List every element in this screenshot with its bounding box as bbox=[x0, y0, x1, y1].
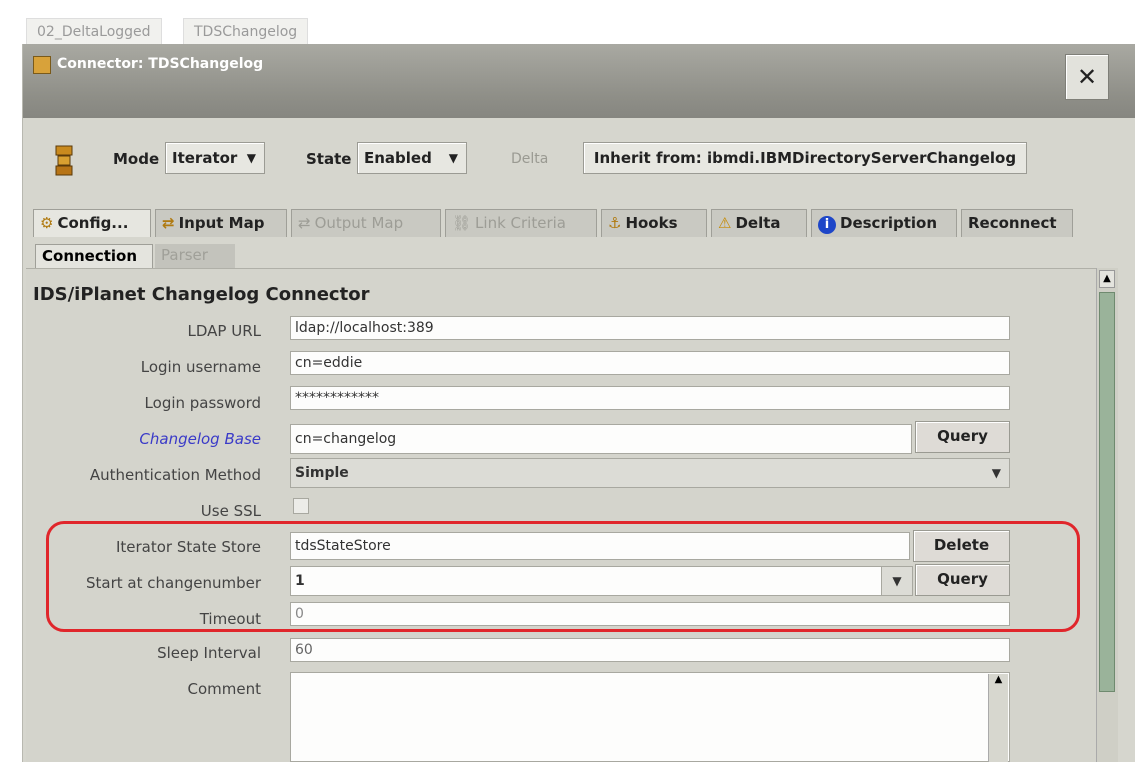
login-username-label: Login username bbox=[140, 358, 261, 376]
sleep-interval-input[interactable]: 60 bbox=[290, 638, 1010, 662]
state-select[interactable]: Enabled ▼ bbox=[357, 142, 467, 174]
config-icon: ⚙ bbox=[40, 214, 54, 232]
highlight-annotation bbox=[46, 521, 1080, 632]
comment-scrollbar[interactable]: ▲ bbox=[988, 674, 1008, 762]
comment-textarea[interactable] bbox=[290, 672, 1010, 762]
changelog-base-link[interactable]: Changelog Base bbox=[1, 430, 261, 448]
tab-config-label: Config... bbox=[57, 214, 129, 232]
use-ssl-checkbox[interactable] bbox=[293, 498, 309, 514]
tab-input-map[interactable]: ⇄ Input Map bbox=[155, 209, 287, 237]
login-username-input[interactable]: cn=eddie bbox=[290, 351, 1010, 375]
chevron-down-icon: ▼ bbox=[448, 151, 458, 165]
info-icon: i bbox=[818, 216, 836, 234]
tab-hooks[interactable]: ⚓ Hooks bbox=[601, 209, 707, 237]
chevron-down-icon: ▼ bbox=[246, 151, 256, 165]
chevron-down-icon: ▼ bbox=[991, 466, 1001, 480]
ldap-url-label: LDAP URL bbox=[187, 322, 261, 340]
section-title: IDS/iPlanet Changelog Connector bbox=[33, 284, 370, 305]
window-title: Connector: TDSChangelog bbox=[57, 56, 264, 72]
ldap-url-input[interactable]: ldap://localhost:389 bbox=[290, 316, 1010, 340]
connector-icon bbox=[33, 56, 51, 74]
use-ssl-label: Use SSL bbox=[200, 502, 261, 520]
comment-label: Comment bbox=[187, 680, 262, 698]
tab-description[interactable]: i Description bbox=[811, 209, 957, 237]
subtab-parser[interactable]: Parser bbox=[155, 244, 235, 268]
login-password-input[interactable]: ************ bbox=[290, 386, 1010, 410]
changelog-query-button[interactable]: Query bbox=[915, 421, 1010, 453]
mode-label: Mode bbox=[113, 150, 160, 168]
subtab-connection[interactable]: Connection bbox=[35, 244, 153, 268]
tab-input-map-label: Input Map bbox=[178, 214, 265, 232]
state-value: Enabled bbox=[364, 149, 432, 167]
sleep-interval-label: Sleep Interval bbox=[157, 644, 261, 662]
inherit-button[interactable]: Inherit from: ibmdi.IBMDirectoryServerCh… bbox=[583, 142, 1027, 174]
tab-link-criteria[interactable]: ⛓ Link Criteria bbox=[445, 209, 597, 237]
scrollbar-thumb[interactable] bbox=[1099, 292, 1115, 692]
outer-tab-deltalogged[interactable]: 02_DeltaLogged bbox=[26, 18, 162, 44]
tab-hooks-label: Hooks bbox=[625, 214, 678, 232]
mode-value: Iterator bbox=[172, 149, 238, 167]
tab-config[interactable]: ⚙ Config... bbox=[33, 209, 151, 237]
delta-label: Delta bbox=[511, 151, 549, 167]
connector-type-icon bbox=[53, 144, 77, 178]
close-button[interactable]: ✕ bbox=[1065, 54, 1109, 100]
tab-reconnect-label: Reconnect bbox=[968, 214, 1057, 232]
output-map-icon: ⇄ bbox=[298, 214, 311, 232]
vertical-scrollbar[interactable]: ▲ bbox=[1096, 268, 1118, 762]
scroll-up-icon[interactable]: ▲ bbox=[989, 674, 1008, 685]
outer-tab-tdschangelog[interactable]: TDSChangelog bbox=[183, 18, 309, 44]
tab-link-criteria-label: Link Criteria bbox=[475, 214, 566, 232]
connector-window: Connector: TDSChangelog ✕ Mode Iterator … bbox=[22, 44, 1135, 762]
input-map-icon: ⇄ bbox=[162, 214, 175, 232]
title-bar: Connector: TDSChangelog ✕ bbox=[23, 44, 1135, 118]
tab-delta-label: Delta bbox=[735, 214, 781, 232]
tab-description-label: Description bbox=[840, 214, 938, 232]
delta-warning-icon: ⚠ bbox=[718, 214, 732, 232]
scroll-up-icon[interactable]: ▲ bbox=[1099, 270, 1115, 288]
login-password-label: Login password bbox=[144, 394, 261, 412]
mode-select[interactable]: Iterator ▼ bbox=[165, 142, 265, 174]
changelog-base-input[interactable]: cn=changelog bbox=[290, 424, 912, 454]
tab-output-map-label: Output Map bbox=[314, 214, 404, 232]
link-criteria-icon: ⛓ bbox=[452, 214, 472, 232]
auth-method-value: Simple bbox=[295, 465, 349, 481]
tab-delta[interactable]: ⚠ Delta bbox=[711, 209, 807, 237]
state-label: State bbox=[306, 150, 352, 168]
tab-output-map[interactable]: ⇄ Output Map bbox=[291, 209, 441, 237]
hooks-icon: ⚓ bbox=[608, 214, 622, 232]
auth-method-select[interactable]: Simple ▼ bbox=[290, 458, 1010, 488]
tab-reconnect[interactable]: Reconnect bbox=[961, 209, 1073, 237]
auth-method-label: Authentication Method bbox=[89, 466, 261, 484]
